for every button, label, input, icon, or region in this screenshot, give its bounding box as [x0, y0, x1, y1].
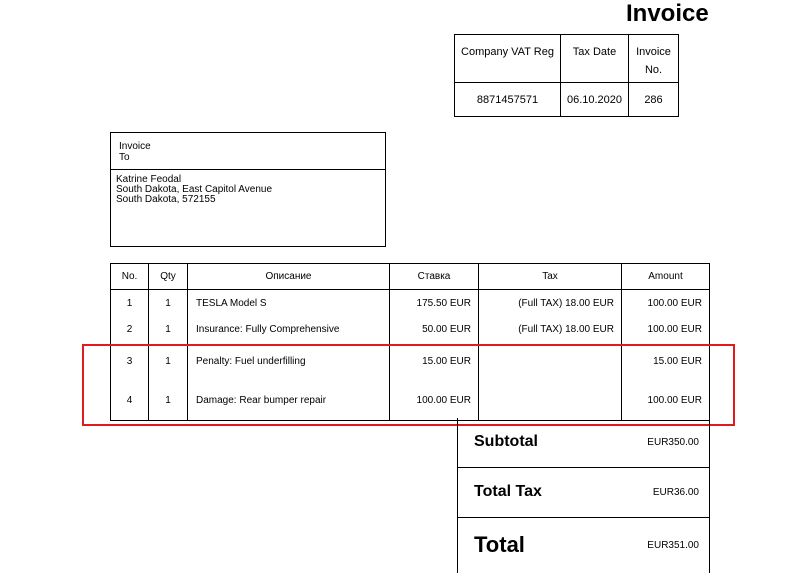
total-row: Total EUR351.00: [458, 518, 709, 573]
bill-to-label-line2: To: [119, 152, 130, 163]
totals-box: Subtotal EUR350.00 Total Tax EUR36.00 To…: [457, 418, 710, 573]
invoice-no-header-line1: Invoice: [636, 46, 671, 58]
invoice-no-header: Invoice No.: [628, 34, 679, 83]
bill-to-box: Invoice To Katrine Feodal South Dakota, …: [110, 132, 386, 247]
col-header-rate: Ставка: [389, 263, 479, 290]
table-row: 2 1 Insurance: Fully Comprehensive 50.00…: [110, 316, 710, 342]
row-tax: (Full TAX) 18.00 EUR: [478, 316, 622, 342]
row-no: 1: [110, 289, 149, 316]
total-tax-row: Total Tax EUR36.00: [458, 468, 709, 518]
row-tax: (Full TAX) 18.00 EUR: [478, 289, 622, 316]
row-rate: 175.50 EUR: [389, 289, 479, 316]
vat-reg-header: Company VAT Reg: [454, 34, 561, 83]
row-qty: 1: [148, 289, 188, 316]
row-description: Insurance: Fully Comprehensive: [187, 316, 390, 342]
subtotal-row: Subtotal EUR350.00: [458, 418, 709, 468]
total-label: Total: [474, 532, 525, 557]
highlight-box: [82, 344, 735, 426]
total-tax-value: EUR36.00: [652, 487, 699, 498]
bill-to-address: Katrine Feodal South Dakota, East Capito…: [111, 170, 385, 205]
row-description: TESLA Model S: [187, 289, 390, 316]
invoice-meta-table: Company VAT Reg Tax Date Invoice No. 887…: [454, 34, 679, 117]
vat-reg-value: 8871457571: [454, 82, 561, 117]
tax-date-value: 06.10.2020: [560, 82, 629, 117]
bill-to-label-line1: Invoice: [119, 141, 151, 152]
invoice-title: Invoice: [626, 0, 709, 27]
row-amount: 100.00 EUR: [621, 289, 710, 316]
row-rate: 50.00 EUR: [389, 316, 479, 342]
col-header-description: Описание: [187, 263, 390, 290]
table-row: 1 1 TESLA Model S 175.50 EUR (Full TAX) …: [110, 289, 710, 316]
col-header-no: No.: [110, 263, 149, 290]
total-value: EUR351.00: [647, 540, 699, 551]
row-no: 2: [110, 316, 149, 342]
tax-date-header: Tax Date: [560, 34, 629, 83]
bill-to-label: Invoice To: [111, 133, 385, 170]
subtotal-label: Subtotal: [474, 433, 538, 450]
invoice-no-value: 286: [628, 82, 679, 117]
invoice-no-header-line2: No.: [644, 64, 663, 76]
col-header-qty: Qty: [148, 263, 188, 290]
row-qty: 1: [148, 316, 188, 342]
line-items-header-row: No. Qty Описание Ставка Tax Amount: [110, 263, 710, 290]
subtotal-value: EUR350.00: [647, 437, 699, 448]
row-amount: 100.00 EUR: [621, 316, 710, 342]
total-tax-label: Total Tax: [474, 483, 542, 500]
col-header-amount: Amount: [621, 263, 710, 290]
address-line-2: South Dakota, 572155: [116, 194, 216, 205]
col-header-tax: Tax: [478, 263, 622, 290]
